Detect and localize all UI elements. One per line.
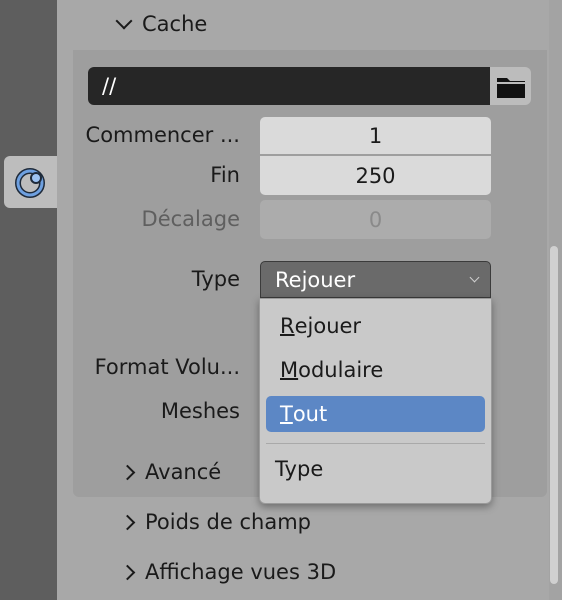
- scrollbar-thumb[interactable]: [550, 246, 558, 584]
- physics-tab[interactable]: [4, 156, 57, 208]
- frame-end-label: Fin: [210, 163, 240, 187]
- cache-title: Cache: [142, 12, 208, 36]
- menu-item-mnemonic: M: [280, 358, 299, 382]
- type-dropdown-value: Rejouer: [275, 267, 356, 292]
- menu-item-modulaire[interactable]: Modulaire: [266, 352, 485, 388]
- viewport-display-title: Affichage vues 3D: [145, 560, 337, 584]
- chevron-right-icon: [119, 464, 136, 480]
- chevron-right-icon: [119, 514, 136, 530]
- chevron-down-icon: [115, 12, 133, 30]
- offset-label: Décalage: [141, 207, 240, 231]
- field-weights-title: Poids de champ: [145, 510, 311, 534]
- menu-item-label: out: [292, 402, 328, 426]
- menu-item-rejouer[interactable]: Rejouer: [266, 308, 485, 344]
- meshes-label: Meshes: [160, 399, 240, 423]
- advanced-title: Avancé: [145, 460, 222, 484]
- frame-end-field[interactable]: 250: [260, 156, 491, 195]
- advanced-section-header[interactable]: Avancé: [119, 460, 222, 484]
- type-dropdown-menu: Rejouer Modulaire Tout Type: [259, 298, 492, 504]
- cache-path-value: //: [102, 74, 117, 98]
- menu-item-tout[interactable]: Tout: [266, 396, 485, 432]
- frame-start-value: 1: [368, 123, 383, 148]
- menu-item-label: odulaire: [298, 358, 384, 382]
- offset-value: 0: [368, 207, 383, 232]
- frame-start-field[interactable]: 1: [260, 117, 491, 154]
- type-label: Type: [191, 267, 240, 291]
- viewport-display-section-header[interactable]: Affichage vues 3D: [119, 560, 337, 584]
- menu-item-mnemonic: T: [280, 402, 293, 426]
- menu-item-mnemonic: R: [280, 314, 295, 338]
- offset-field: 0: [260, 200, 491, 239]
- frame-start-label: Commencer ...: [85, 123, 240, 147]
- chevron-right-icon: [119, 564, 136, 580]
- menu-item-label: ejouer: [294, 314, 362, 338]
- chevron-down-icon: [469, 272, 480, 283]
- volume-format-label: Format Volu...: [94, 355, 240, 379]
- folder-icon: [496, 78, 525, 98]
- type-dropdown[interactable]: Rejouer: [260, 261, 491, 298]
- menu-footer-title: Type: [275, 457, 324, 481]
- cache-path-input[interactable]: //: [88, 67, 490, 105]
- frame-end-value: 250: [355, 163, 396, 188]
- properties-tab-strip: [0, 0, 57, 600]
- cache-section-header[interactable]: Cache: [115, 12, 208, 36]
- field-weights-section-header[interactable]: Poids de champ: [119, 510, 311, 534]
- physics-cache-icon: [15, 168, 45, 198]
- browse-folder-button[interactable]: [490, 67, 531, 105]
- menu-separator: [266, 443, 485, 444]
